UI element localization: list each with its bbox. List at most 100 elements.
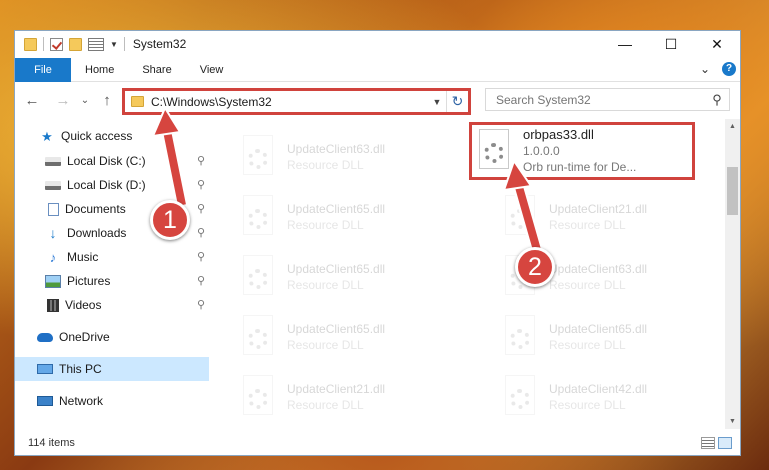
dll-file-icon	[501, 195, 537, 239]
pin-icon[interactable]: ⚲	[197, 298, 205, 311]
callout-badge-1: 1	[150, 200, 190, 240]
dll-file-icon	[501, 315, 537, 359]
sidebar-item-pictures[interactable]: Pictures ⚲	[15, 269, 209, 293]
dll-file-icon	[239, 315, 275, 359]
file-list: UpdateClient63.dll Resource DLL UpdateCli…	[211, 119, 725, 425]
dll-file-icon	[239, 255, 275, 299]
file-name: UpdateClient21.dll	[549, 202, 648, 216]
search-icon[interactable]: ⚲	[705, 92, 729, 108]
maximize-button[interactable]: ☐	[648, 31, 694, 57]
file-type: Resource DLL	[287, 158, 364, 172]
new-folder-icon[interactable]	[69, 37, 82, 51]
search-input[interactable]	[496, 92, 705, 107]
file-name: UpdateClient65.dll	[287, 322, 386, 336]
address-bar[interactable]: C:\Windows\System32 ▼ ↻	[122, 88, 471, 115]
file-tile[interactable]: UpdateClient21.dll Resource DLL	[473, 189, 699, 245]
up-button[interactable]: ↑	[98, 92, 116, 109]
file-tile[interactable]: UpdateClient63.dll Resource DLL	[211, 129, 437, 185]
customize-toolbar-chevron-icon[interactable]: ▼	[110, 40, 118, 49]
back-button[interactable]: ←	[23, 92, 41, 109]
properties-icon[interactable]	[88, 37, 104, 51]
sidebar-item-music[interactable]: ♪ Music ⚲	[15, 245, 209, 269]
dll-file-icon	[239, 135, 275, 179]
refresh-button[interactable]: ↻	[446, 91, 468, 112]
file-tile-orbpas33[interactable]: orbpas33.dll 1.0.0.0 Orb run-time for De…	[469, 122, 695, 180]
sidebar-item-label: Network	[59, 394, 104, 408]
disk-icon	[45, 180, 61, 190]
large-icons-view-icon[interactable]	[718, 437, 732, 449]
scroll-down-icon[interactable]: ▼	[725, 414, 740, 429]
close-button[interactable]: ✕	[694, 31, 740, 57]
sidebar-item-local-disk-d[interactable]: Local Disk (D:) ⚲	[15, 173, 209, 197]
pin-icon[interactable]: ⚲	[197, 274, 205, 287]
file-type: Resource DLL	[287, 278, 364, 292]
tab-file[interactable]: File	[15, 57, 71, 82]
sidebar-item-quick-access[interactable]: ★ Quick access	[15, 123, 209, 149]
tab-view[interactable]: View	[186, 58, 238, 82]
file-name: UpdateClient21.dll	[287, 382, 386, 396]
file-tile[interactable]: UpdateClient63.dll Resource DLL	[473, 249, 699, 305]
file-tile[interactable]: UpdateClient65.dll Resource DLL	[211, 189, 437, 245]
status-bar: 114 items	[15, 431, 740, 455]
file-type: Resource DLL	[287, 218, 364, 232]
file-tile[interactable]: UpdateClient42.dll Resource DLL	[473, 369, 699, 425]
sidebar-item-videos[interactable]: Videos ⚲	[15, 293, 209, 317]
videos-icon	[47, 298, 59, 312]
expand-ribbon-chevron-icon[interactable]: ⌄	[700, 62, 710, 76]
file-explorer-window: ▼ System32 — ☐ ✕ File Home Share View ⌄ …	[14, 30, 741, 456]
folder-icon[interactable]	[24, 37, 37, 51]
music-icon: ♪	[49, 249, 57, 265]
pin-icon[interactable]: ⚲	[197, 250, 205, 263]
scroll-up-icon[interactable]: ▲	[725, 119, 740, 134]
file-tile[interactable]: UpdateClient65.dll Resource DLL	[211, 309, 437, 365]
file-type: Resource DLL	[549, 278, 626, 292]
file-name: UpdateClient65.dll	[287, 262, 386, 276]
file-name: UpdateClient63.dll	[549, 262, 648, 276]
details-view-icon[interactable]	[701, 437, 715, 449]
file-tile[interactable]: UpdateClient65.dll Resource DLL	[473, 309, 699, 365]
address-dropdown-chevron-icon[interactable]: ▼	[428, 97, 446, 107]
tab-share[interactable]: Share	[128, 58, 185, 82]
recent-locations-chevron-icon[interactable]: ⌄	[76, 95, 94, 106]
sidebar-item-label: Documents	[65, 202, 126, 216]
forward-button[interactable]: →	[54, 92, 72, 109]
window-controls: — ☐ ✕	[602, 31, 740, 57]
minimize-button[interactable]: —	[602, 31, 648, 57]
tab-home[interactable]: Home	[71, 58, 128, 82]
sidebar-item-local-disk-c[interactable]: Local Disk (C:) ⚲	[15, 149, 209, 173]
file-name: UpdateClient65.dll	[287, 202, 386, 216]
download-icon: ↓	[49, 224, 57, 241]
pin-icon[interactable]: ⚲	[197, 154, 205, 167]
callout-badge-2: 2	[515, 247, 555, 287]
file-type: Resource DLL	[549, 398, 626, 412]
item-count: 114 items	[28, 437, 75, 449]
title-bar: ▼ System32 — ☐ ✕	[15, 31, 740, 57]
sidebar-item-onedrive[interactable]: OneDrive	[15, 325, 209, 349]
sidebar-item-label: Local Disk (D:)	[67, 178, 146, 192]
vertical-scrollbar[interactable]: ▲ ▼	[725, 119, 740, 429]
scrollbar-thumb[interactable]	[727, 167, 738, 215]
address-path[interactable]: C:\Windows\System32	[151, 95, 428, 109]
quick-access-toolbar: ▼	[15, 37, 125, 51]
pin-icon[interactable]: ⚲	[197, 202, 205, 215]
file-version: 1.0.0.0	[523, 144, 560, 158]
view-switcher	[701, 437, 732, 449]
file-tile[interactable]: UpdateClient21.dll Resource DLL	[211, 369, 437, 425]
sidebar-item-this-pc[interactable]: This PC	[15, 357, 209, 381]
file-type: Resource DLL	[549, 218, 626, 232]
search-box[interactable]: ⚲	[485, 88, 730, 111]
cloud-icon	[37, 332, 53, 342]
properties-check-icon[interactable]	[50, 37, 63, 51]
sidebar-item-label: This PC	[59, 362, 102, 376]
pin-icon[interactable]: ⚲	[197, 178, 205, 191]
help-icon[interactable]: ?	[722, 62, 736, 76]
sidebar-item-network[interactable]: Network	[15, 389, 209, 413]
navigation-bar: ← → ⌄ ↑ C:\Windows\System32 ▼ ↻ ⚲	[15, 83, 740, 117]
pin-icon[interactable]: ⚲	[197, 226, 205, 239]
navigation-pane: ★ Quick access Local Disk (C:) ⚲ Local D…	[15, 123, 209, 423]
file-tile[interactable]: UpdateClient65.dll Resource DLL	[211, 249, 437, 305]
file-name: UpdateClient63.dll	[287, 142, 386, 156]
sidebar-item-label: Local Disk (C:)	[67, 154, 146, 168]
sidebar-item-label: Downloads	[67, 226, 127, 240]
